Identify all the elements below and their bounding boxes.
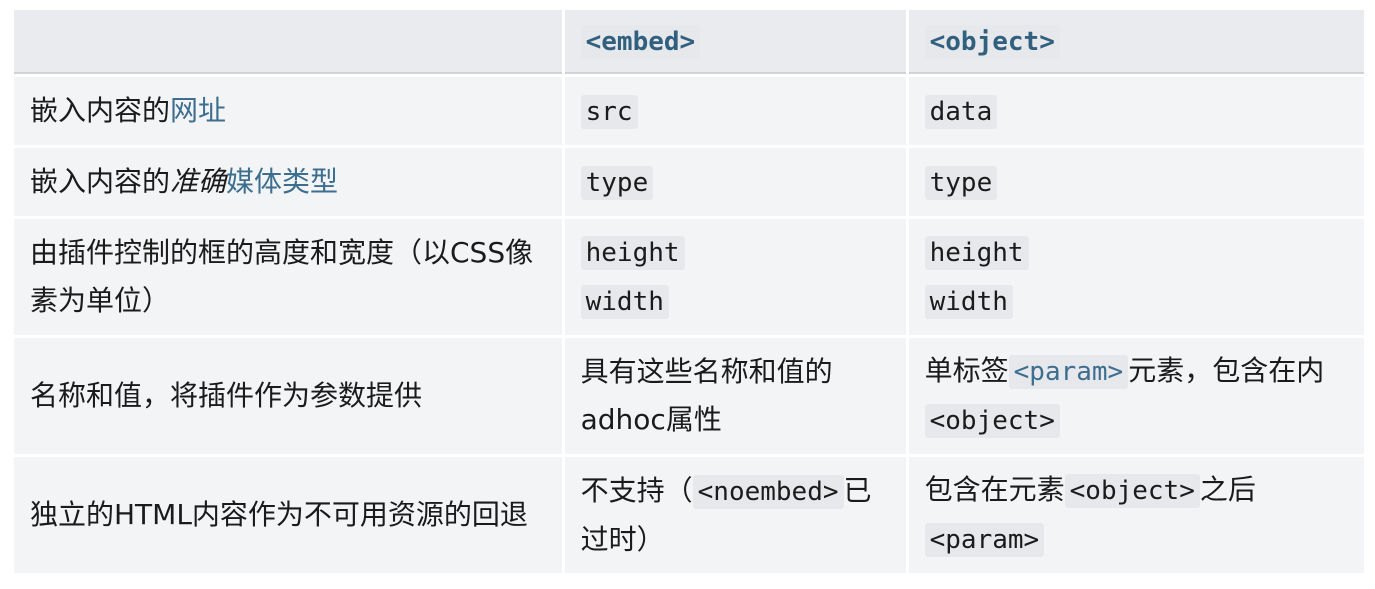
param-link-code[interactable]: <param> bbox=[1008, 355, 1129, 389]
row-label: 名称和值，将插件作为参数提供 bbox=[14, 338, 562, 454]
height-attr-code: height bbox=[580, 236, 685, 270]
object-cell: height width bbox=[908, 219, 1364, 335]
param-tag-code: <param> bbox=[924, 523, 1045, 557]
header-embed-cell: <embed> bbox=[564, 10, 906, 74]
width-attr-code: width bbox=[580, 285, 669, 319]
url-link[interactable]: 网址 bbox=[170, 94, 226, 127]
row-label: 嵌入内容的网址 bbox=[14, 77, 562, 145]
data-attr-code: data bbox=[924, 94, 998, 129]
media-type-link[interactable]: 媒体类型 bbox=[226, 165, 338, 198]
object-cell: 包含在元素 <object> 之后<param> bbox=[908, 457, 1364, 573]
type-attr-code: type bbox=[580, 165, 654, 200]
embed-cell: src bbox=[564, 77, 906, 145]
row-label: 独立的HTML内容作为不可用资源的回退 bbox=[14, 457, 562, 573]
row-label: 由插件控制的框的高度和宽度（以CSS像素为单位） bbox=[14, 219, 562, 335]
comparison-table-wrapper: <embed> <object> 嵌入内容的网址 src data 嵌入内容的准… bbox=[14, 10, 1364, 576]
table-row: 由插件控制的框的高度和宽度（以CSS像素为单位） height width he… bbox=[14, 219, 1364, 335]
header-object-cell: <object> bbox=[908, 10, 1364, 74]
header-empty-cell bbox=[14, 10, 562, 74]
object-tag-code: <object> bbox=[1064, 474, 1200, 508]
object-tag-code: <object> bbox=[924, 404, 1060, 438]
embed-cell: height width bbox=[564, 219, 906, 335]
src-attr-code: src bbox=[580, 94, 638, 129]
object-cell: data bbox=[908, 77, 1364, 145]
table-row: 独立的HTML内容作为不可用资源的回退 不支持（ <noembed> 已过时） 包含… bbox=[14, 457, 1364, 573]
type-attr-code: type bbox=[924, 165, 998, 200]
embed-tag-code[interactable]: <embed> bbox=[580, 24, 701, 59]
embed-cell: type bbox=[564, 148, 906, 216]
exact-emphasis: 准确 bbox=[170, 165, 227, 198]
table-header-row: <embed> <object> bbox=[14, 10, 1364, 74]
object-cell: type bbox=[908, 148, 1364, 216]
object-cell: 单标签 <param> 元素，包含在内<object> bbox=[908, 338, 1364, 454]
table-row: 嵌入内容的准确媒体类型 type type bbox=[14, 148, 1364, 216]
embed-cell: 不支持（ <noembed> 已过时） bbox=[564, 457, 906, 573]
object-tag-code[interactable]: <object> bbox=[924, 24, 1060, 59]
table-row: 嵌入内容的网址 src data bbox=[14, 77, 1364, 145]
comparison-table: <embed> <object> 嵌入内容的网址 src data 嵌入内容的准… bbox=[11, 7, 1367, 576]
noembed-tag-code: <noembed> bbox=[692, 474, 844, 509]
height-attr-code: height bbox=[924, 236, 1029, 270]
table-row: 名称和值，将插件作为参数提供 具有这些名称和值的adhoc属性 单标签 <para… bbox=[14, 338, 1364, 454]
embed-cell: 具有这些名称和值的adhoc属性 bbox=[564, 338, 906, 454]
row-label: 嵌入内容的准确媒体类型 bbox=[14, 148, 562, 216]
width-attr-code: width bbox=[924, 285, 1013, 319]
